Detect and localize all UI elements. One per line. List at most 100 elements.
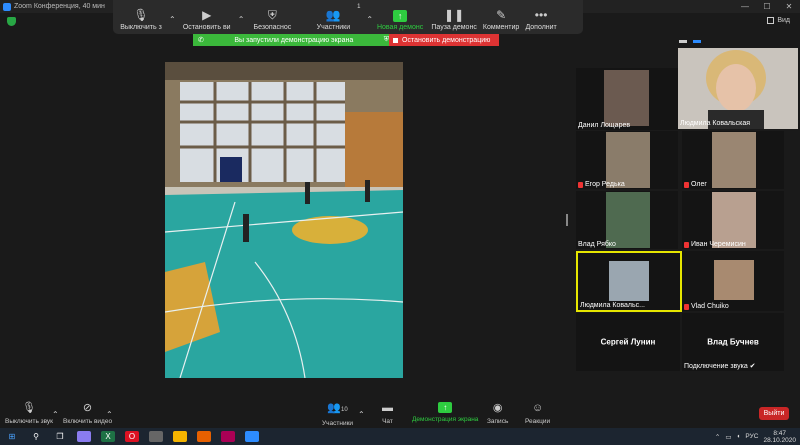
chevron-up-icon[interactable]: ⌃ [52,410,59,419]
chevron-up-icon[interactable]: ⌃ [715,433,720,441]
security-button[interactable]: ⛨ Безопаснос [244,0,300,34]
mute-button[interactable]: 🎙 Выключить з [113,0,169,34]
participant-tile[interactable]: Сергей Лунин [576,313,680,371]
participant-video [609,261,649,301]
record-icon: ◉ [492,402,503,414]
annotate-label: Комментир [482,24,520,31]
app-icon[interactable] [149,431,163,442]
mute-button[interactable]: 🎙 Выключить звук [5,402,53,425]
share-toolbar: 🎙 Выключить з ⌃ ▶ Остановить ви ⌃ ⛨ Безо… [113,0,583,34]
network-icon[interactable]: ▭ [725,433,731,441]
zoom-icon[interactable] [245,431,259,442]
participants-label: Участники [322,420,354,427]
stop-share-button[interactable]: Остановить демонстрацию [389,34,499,46]
participant-tile-active[interactable]: Людмила Ковальс... [576,251,682,312]
microphone-icon: 🎙 [22,402,36,414]
new-share-label: Новая демонс [376,24,424,31]
participant-video [606,192,650,248]
clock-date: 28.10.2020 [763,436,796,444]
participant-tile[interactable]: Олег [682,131,784,189]
task-view-icon[interactable]: ❐ [53,431,67,442]
language-indicator[interactable]: РУС [745,433,758,440]
start-video-label: Включить видео [63,418,113,425]
firefox-icon[interactable] [197,431,211,442]
leave-button[interactable]: Выйти [759,407,789,420]
participant-name: Егор Редька [578,181,625,188]
chat-button[interactable]: ▬ Чат [382,402,393,425]
more-button[interactable]: ••• Дополнит [521,0,561,34]
video-off-icon: ⊘ [82,402,93,414]
clock-time: 8:47 [773,429,787,437]
participants-icon: 👥 [325,8,341,22]
speaker-view-icon[interactable] [693,40,701,43]
zoom-logo-icon [3,2,11,11]
phone-icon: ✆ [198,37,204,44]
participant-tile[interactable]: Иван Черемисин [682,191,784,249]
excel-icon[interactable]: X [101,431,115,442]
minimize-button[interactable]: — [734,0,756,13]
participant-name: Иван Черемисин [684,241,746,248]
participant-name: Олег [684,181,707,188]
more-icon: ••• [534,8,548,22]
app-icon[interactable] [221,431,235,442]
share-notice: ✆ Вы запустили демонстрацию экрана ⛨ Ост… [193,34,499,46]
active-speaker-video: Людмила Ковальская [678,48,798,129]
chevron-up-icon[interactable]: ⌃ [238,15,245,24]
chevron-up-icon[interactable]: ⌃ [366,15,373,24]
app-icon[interactable] [77,431,91,442]
stop-video-button[interactable]: ▶ Остановить ви [176,0,238,34]
opera-icon[interactable]: O [125,431,139,442]
participant-video [712,132,756,188]
reactions-label: Реакции [525,418,551,425]
shared-screen [165,62,403,378]
share-screen-label: Демонстрация экрана [412,416,479,423]
audio-status: Подключение звука ✔ [684,363,756,370]
record-button[interactable]: ◉ Запись [487,402,508,425]
start-video-button[interactable]: ⊘ Включить видео [63,402,112,425]
chevron-up-icon[interactable]: ⌃ [106,410,113,419]
participants-count: 1 [357,4,361,10]
chat-icon: ▬ [382,402,393,414]
view-label: Вид [777,17,790,24]
participant-tile[interactable]: Влад Рябко [576,191,678,249]
maximize-button[interactable]: ☐ [756,0,778,13]
window-title: Zoom Конференция, 40 мин [14,3,105,10]
participants-label: Участники [316,24,351,31]
annotate-button[interactable]: ✎ Комментир [481,0,521,34]
participants-button[interactable]: 👥10 Участники [322,402,353,427]
pause-share-button[interactable]: ❚❚ Пауза демонс [427,0,481,34]
security-label: Безопаснос [253,24,292,31]
participant-tile[interactable]: Vlad Chuiko [682,251,784,311]
chrome-icon[interactable] [173,431,187,442]
muted-mic-icon [684,303,689,310]
chat-label: Чат [382,418,393,425]
encryption-shield-icon[interactable] [7,17,16,26]
participants-button[interactable]: 👥 1 Участники [300,0,366,34]
windows-taskbar: ⊞ ⚲ ❐ X O ⌃ ▭ ◖ РУС 8:47 28.10.2020 [0,428,800,445]
volume-icon[interactable]: ◖ [736,433,740,440]
reactions-icon: ☺ [531,402,544,414]
participant-video [712,192,756,248]
new-share-button[interactable]: ↑ Новая демонс [373,0,427,34]
participant-name: Данил Лощарев [578,122,631,129]
clock[interactable]: 8:47 28.10.2020 [763,430,796,444]
panel-resize-handle[interactable] [566,214,568,226]
share-screen-button[interactable]: ↑ Демонстрация экрана [412,402,478,423]
participant-tile[interactable]: Егор Редька [576,131,678,189]
participant-tile[interactable]: Данил Лощарев [576,68,678,130]
search-icon[interactable]: ⚲ [29,431,43,442]
reactions-button[interactable]: ☺ Реакции [525,402,550,425]
chevron-up-icon[interactable]: ⌃ [169,15,176,24]
close-button[interactable]: ✕ [778,0,800,13]
chevron-up-icon[interactable]: ⌃ [358,410,365,419]
participant-name: Влад Рябко [578,241,616,248]
participant-tile[interactable]: Влад Бучнев Подключение звука ✔ [682,313,784,371]
speaker-name: Людмила Ковальская [680,120,751,127]
muted-mic-icon [684,181,689,188]
minimize-video-icon[interactable] [679,40,687,43]
mute-label: Выключить з [120,24,162,31]
view-button[interactable]: Вид [767,17,790,24]
participant-name: Людмила Ковальс... [580,302,645,309]
window-controls: — ☐ ✕ [734,0,800,13]
windows-start-icon[interactable]: ⊞ [5,431,19,442]
